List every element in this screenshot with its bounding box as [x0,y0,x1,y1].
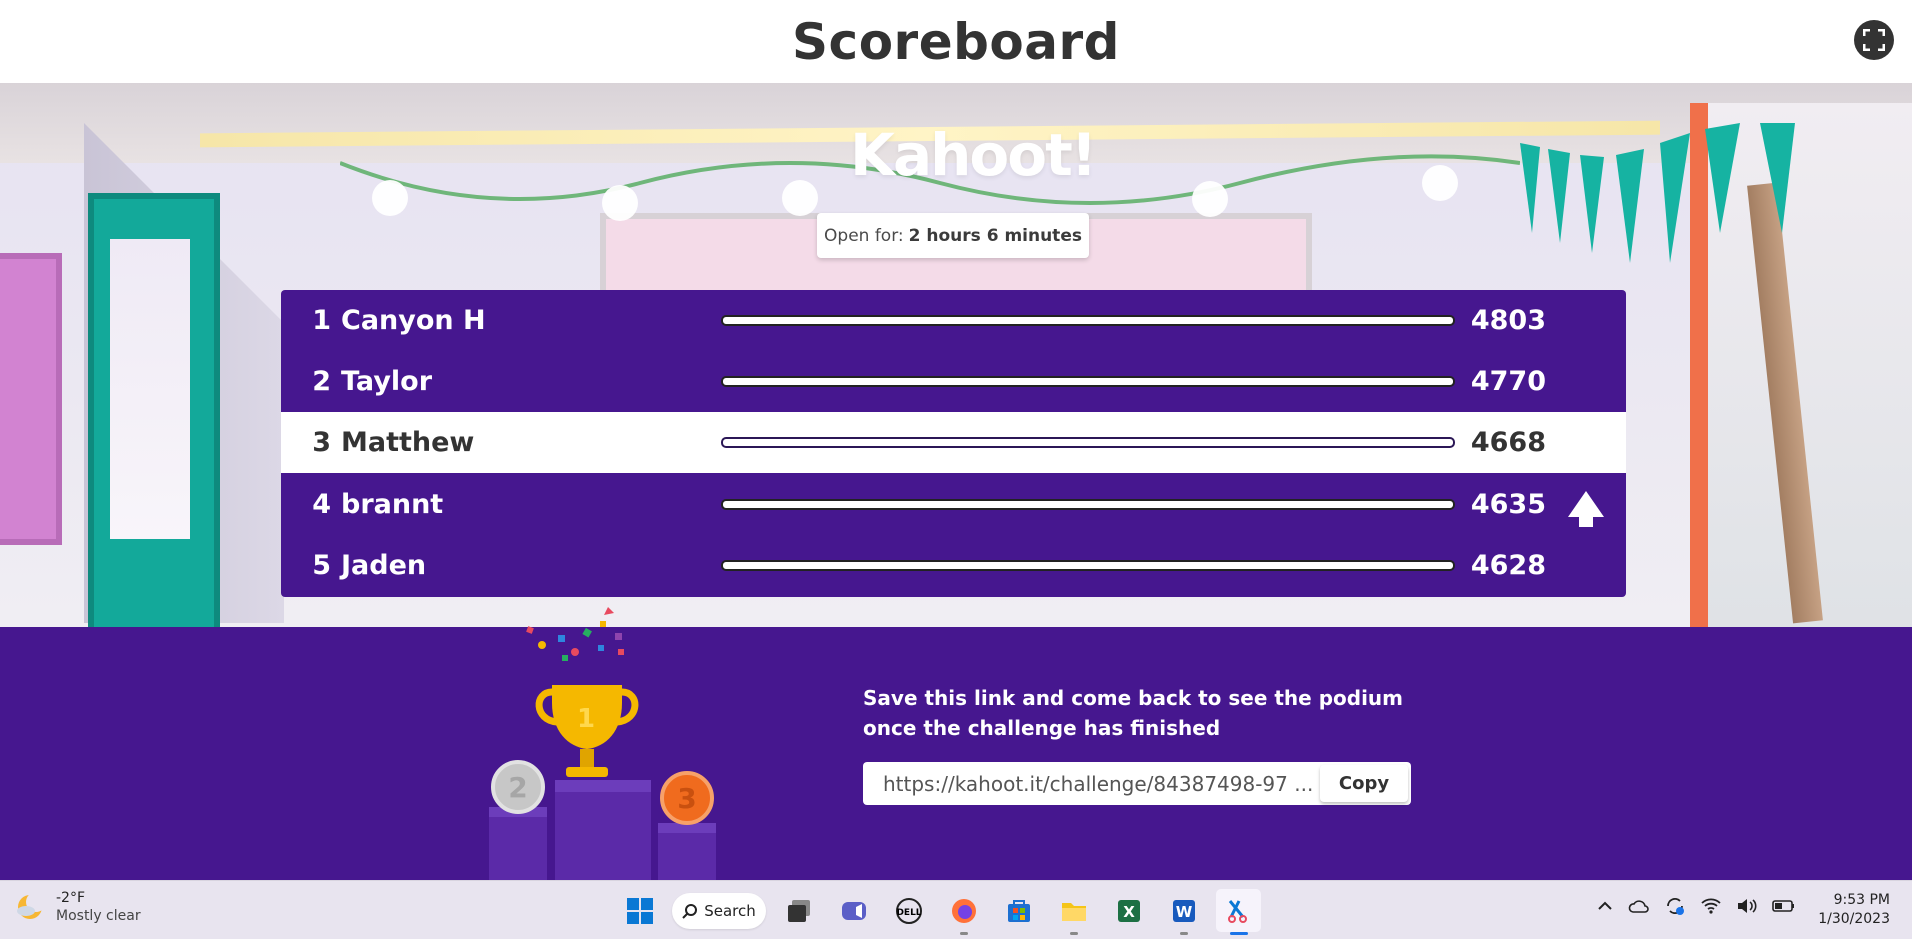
kahoot-logo: Kahoot! [850,121,1097,189]
dell-button[interactable]: DELL [886,889,931,932]
open-for-badge: Open for: 2 hours 6 minutes [817,213,1089,258]
save-link-instructions: Save this link and come back to see the … [863,686,1403,740]
onedrive-cloud-icon[interactable] [1628,897,1650,915]
challenge-link-field[interactable]: https://kahoot.it/challenge/84387498-97 … [863,772,1320,796]
excel-button[interactable]: X [1106,889,1151,932]
footer-panel: 1 2 3 Save this link and come back to se… [0,607,1912,880]
firefox-icon [951,898,976,923]
open-for-label: Open for: [824,225,904,246]
rank: 5 [312,550,331,581]
player-name: Jaden [341,550,427,581]
sync-icon[interactable] [1664,895,1686,917]
fullscreen-icon [1863,29,1885,51]
taskbar-apps: Search DELL X W [617,889,1261,935]
svg-text:X: X [1123,903,1135,921]
clock-date: 1/30/2023 [1818,911,1890,927]
svg-text:W: W [1175,903,1192,921]
firefox-button[interactable] [941,889,986,935]
task-view-icon [787,899,810,922]
battery-icon[interactable] [1772,898,1796,914]
system-tray [1596,895,1796,917]
score-bar [721,499,1455,510]
taskbar-search-button[interactable]: Search [672,892,766,929]
score: 4770 [1470,366,1546,397]
chevron-up-icon[interactable] [1596,897,1614,915]
score: 4803 [1470,305,1546,336]
snipping-tool-icon [1227,899,1247,923]
store-icon [1007,899,1030,922]
clock-time: 9:53 PM [1833,892,1890,908]
podium-first-label: 1 [577,704,595,734]
podium-illustration: 1 2 3 [489,607,716,880]
snipping-tool-button[interactable] [1216,889,1261,935]
rank: 2 [312,366,331,397]
search-icon [682,903,698,919]
excel-icon: X [1117,899,1140,922]
clock[interactable]: 9:53 PM 1/30/2023 [1818,891,1890,929]
rank: 1 [312,305,331,336]
moon-weather-icon [17,892,46,919]
weather-widget[interactable]: -2°F Mostly clear [14,889,141,925]
score-bar [721,437,1455,448]
score-bar [721,560,1455,571]
player-name: Canyon H [341,305,486,336]
rank: 3 [312,427,331,458]
volume-icon[interactable] [1736,897,1758,915]
weather-description: Mostly clear [56,908,141,924]
leaderboard-row: 5 Jaden 4628 [281,535,1626,596]
leaderboard-row: 2 Taylor 4770 [281,351,1626,412]
score: 4668 [1470,427,1546,458]
leaderboard-row: 4 brannt 4635 [281,474,1626,535]
leaderboard-row: 1 Canyon H 4803 [281,290,1626,351]
door [88,193,220,627]
player-name: brannt [341,489,444,520]
open-for-value: 2 hours 6 minutes [908,225,1082,246]
player-name: Matthew [341,427,475,458]
leaderboard-row-current-player: 3 Matthew 4668 [281,412,1626,473]
fullscreen-button[interactable] [1854,20,1894,60]
wifi-icon[interactable] [1700,897,1722,915]
score: 4635 [1470,489,1546,520]
copy-button[interactable]: Copy [1320,765,1408,802]
score: 4628 [1470,550,1546,581]
store-button[interactable] [996,889,1041,932]
header: Scoreboard [0,0,1912,83]
podium-second-label: 2 [508,771,527,804]
taskbar: -2°F Mostly clear Search DELL X W 9:53 P… [0,880,1912,939]
bunting-flags [1520,123,1795,263]
page-title: Scoreboard [792,12,1120,71]
windows-start-icon [626,897,653,924]
windows-start-button[interactable] [617,889,662,932]
leaderboard: 1 Canyon H 4803 2 Taylor 4770 3 Matthew … [281,290,1626,597]
dell-icon: DELL [895,897,922,924]
teams-button[interactable] [831,889,876,932]
word-icon: W [1172,899,1195,922]
rank-up-arrow-icon [1568,491,1604,527]
player-name: Taylor [341,366,433,397]
weather-temperature: -2°F [56,890,86,906]
score-bar [721,376,1455,387]
teams-icon [841,901,866,920]
file-explorer-icon [1061,902,1086,921]
score-bar [721,315,1455,326]
word-button[interactable]: W [1161,889,1206,935]
search-label: Search [704,901,756,920]
wall-picture [0,253,62,545]
svg-text:DELL: DELL [896,908,921,918]
podium-third-label: 3 [677,782,696,815]
rank: 4 [312,489,331,520]
challenge-link-box: https://kahoot.it/challenge/84387498-97 … [863,762,1411,805]
task-view-button[interactable] [776,889,821,932]
file-explorer-button[interactable] [1051,889,1096,935]
